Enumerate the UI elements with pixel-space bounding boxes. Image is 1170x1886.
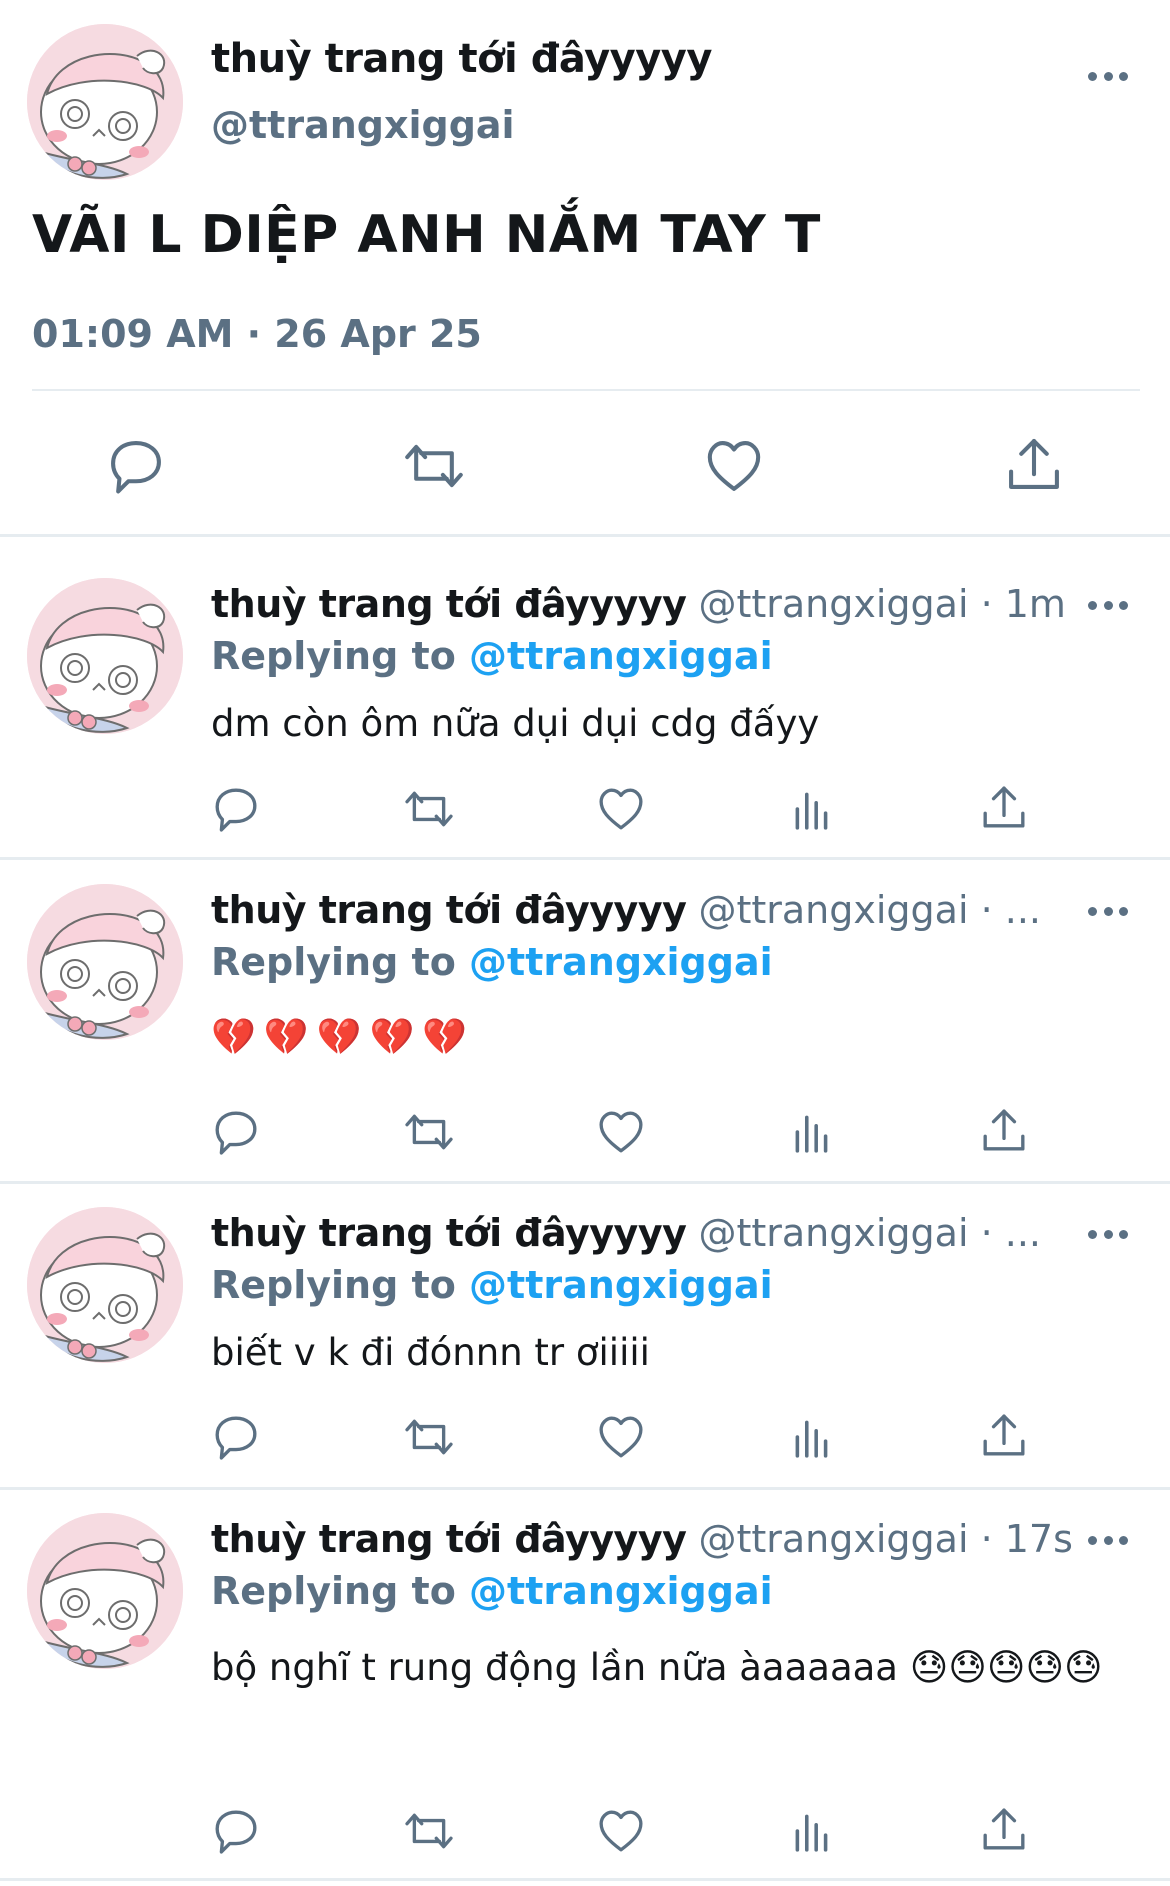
retweet-icon[interactable]	[402, 786, 456, 832]
user-handle[interactable]: @ttrangxiggai	[698, 1211, 968, 1255]
like-icon[interactable]	[598, 786, 644, 832]
reply-header[interactable]: thuỳ trang tới đâyyyyy @ttrangxiggai · .…	[211, 888, 1091, 932]
avatar[interactable]	[27, 884, 183, 1040]
reply-header[interactable]: thuỳ trang tới đâyyyyy @ttrangxiggai · 1…	[211, 582, 1091, 626]
reply-icon[interactable]	[213, 1808, 259, 1854]
divider	[0, 1878, 1170, 1881]
retweet-icon[interactable]	[402, 1808, 456, 1854]
reply-text: bộ nghĩ t rung động lần nữa àaaaaaa 😓😓😓😓…	[211, 1646, 1103, 1689]
share-icon[interactable]	[1006, 436, 1062, 492]
mention-link[interactable]: @ttrangxiggai	[469, 1263, 773, 1307]
analytics-icon[interactable]	[790, 1414, 834, 1460]
like-icon[interactable]	[705, 438, 763, 494]
more-options-icon[interactable]	[1088, 905, 1128, 917]
reply-icon[interactable]	[108, 438, 164, 494]
user-handle[interactable]: @ttrangxiggai	[698, 582, 968, 626]
divider	[0, 1487, 1170, 1490]
user-handle[interactable]: @ttrangxiggai	[698, 1517, 968, 1561]
reply-icon[interactable]	[213, 1414, 259, 1460]
reply-text: biết v k đi đónnn tr ơiiiii	[211, 1331, 650, 1374]
replying-to: Replying to @ttrangxiggai	[211, 1569, 773, 1613]
like-icon[interactable]	[598, 1808, 644, 1854]
avatar[interactable]	[27, 1513, 183, 1669]
share-icon[interactable]	[981, 1806, 1027, 1852]
display-name[interactable]: thuỳ trang tới đâyyyyy	[211, 1517, 687, 1561]
display-name[interactable]: thuỳ trang tới đâyyyyy	[211, 582, 687, 626]
reply-icon[interactable]	[213, 1109, 259, 1155]
divider	[0, 1181, 1170, 1184]
analytics-icon[interactable]	[790, 1808, 834, 1854]
display-name[interactable]: thuỳ trang tới đâyyyyy	[211, 36, 712, 82]
avatar[interactable]	[27, 24, 183, 180]
mention-link[interactable]: @ttrangxiggai	[469, 1569, 773, 1613]
more-options-icon[interactable]	[1088, 599, 1128, 611]
display-name[interactable]: thuỳ trang tới đâyyyyy	[211, 888, 687, 932]
share-icon[interactable]	[981, 1412, 1027, 1458]
reply-time[interactable]: · ...	[981, 1211, 1041, 1255]
replying-to: Replying to @ttrangxiggai	[211, 1263, 773, 1307]
reply-header[interactable]: thuỳ trang tới đâyyyyy @ttrangxiggai · .…	[211, 1211, 1091, 1255]
analytics-icon[interactable]	[790, 1109, 834, 1155]
like-icon[interactable]	[598, 1414, 644, 1460]
reply-text: 💔💔💔💔💔	[211, 1017, 476, 1058]
reply-time[interactable]: · 17s	[981, 1517, 1073, 1561]
reply-time[interactable]: · ...	[981, 888, 1041, 932]
more-options-icon[interactable]	[1088, 1534, 1128, 1546]
user-handle[interactable]: @ttrangxiggai	[698, 888, 968, 932]
reply-time[interactable]: · 1m	[981, 582, 1066, 626]
mention-link[interactable]: @ttrangxiggai	[469, 940, 773, 984]
retweet-icon[interactable]	[402, 438, 466, 494]
avatar[interactable]	[27, 1207, 183, 1363]
like-icon[interactable]	[598, 1109, 644, 1155]
reply-header[interactable]: thuỳ trang tới đâyyyyy @ttrangxiggai · 1…	[211, 1517, 1091, 1561]
more-options-icon[interactable]	[1088, 70, 1128, 82]
retweet-icon[interactable]	[402, 1109, 456, 1155]
divider	[32, 389, 1140, 391]
replying-to: Replying to @ttrangxiggai	[211, 940, 773, 984]
divider	[0, 534, 1170, 537]
more-options-icon[interactable]	[1088, 1228, 1128, 1240]
share-icon[interactable]	[981, 1107, 1027, 1153]
replying-to: Replying to @ttrangxiggai	[211, 634, 773, 678]
share-icon[interactable]	[981, 784, 1027, 830]
mention-link[interactable]: @ttrangxiggai	[469, 634, 773, 678]
avatar[interactable]	[27, 578, 183, 734]
reply-text: dm còn ôm nữa dụi dụi cdg đấyy	[211, 702, 820, 745]
divider	[0, 857, 1170, 860]
reply-icon[interactable]	[213, 786, 259, 832]
retweet-icon[interactable]	[402, 1414, 456, 1460]
user-handle[interactable]: @ttrangxiggai	[211, 103, 515, 147]
tweet-timestamp[interactable]: 01:09 AM · 26 Apr 25	[32, 312, 482, 356]
display-name[interactable]: thuỳ trang tới đâyyyyy	[211, 1211, 687, 1255]
tweet-text: VÃI L DIỆP ANH NẮM TAY T	[32, 205, 821, 265]
analytics-icon[interactable]	[790, 786, 834, 832]
